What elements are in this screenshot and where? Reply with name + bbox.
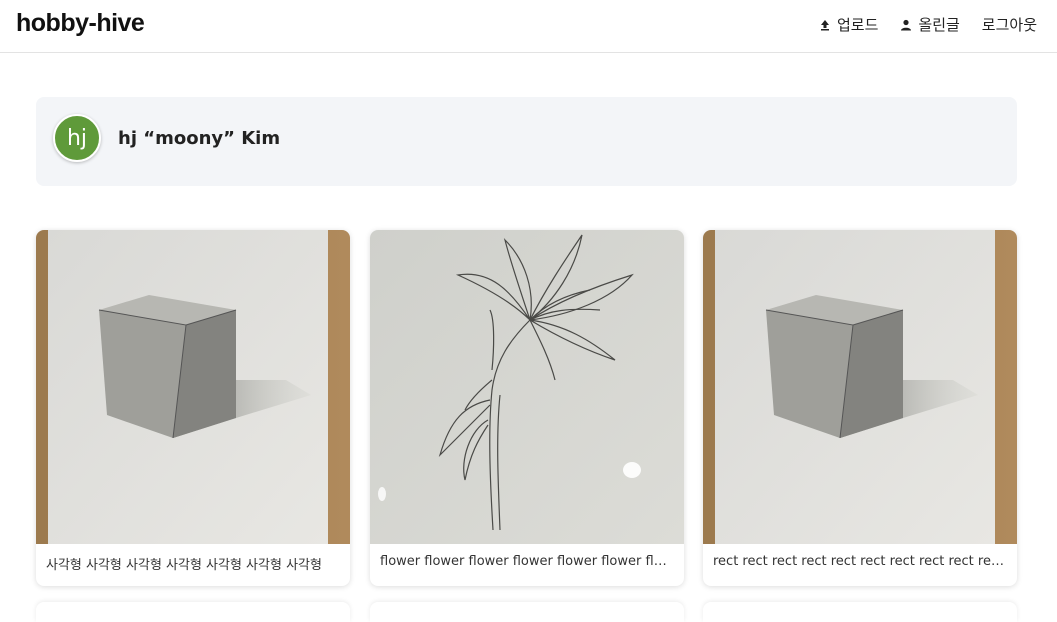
upload-icon	[820, 19, 829, 30]
site-logo[interactable]: hobby-hive	[16, 9, 145, 38]
pencil-cube-drawing	[703, 230, 1017, 544]
post-thumbnail	[36, 230, 350, 544]
post-card[interactable]: flower flower flower flower flower flowe…	[370, 230, 684, 586]
post-card-partial[interactable]	[370, 602, 684, 622]
profile-name: hj “moony” Kim	[118, 128, 281, 149]
post-grid: 사각형 사각형 사각형 사각형 사각형 사각형 사각형 flower flowe…	[36, 230, 1017, 622]
post-card-partial[interactable]	[36, 602, 350, 622]
post-thumbnail	[703, 230, 1017, 544]
avatar[interactable]: hj	[53, 114, 101, 162]
upload-nav-label: 업로드	[836, 16, 879, 34]
pencil-lily-drawing	[370, 230, 684, 544]
post-card[interactable]: rect rect rect rect rect rect rect rect …	[703, 230, 1017, 586]
top-navigation-bar: hobby-hive 업로드 올린글 로그아웃	[0, 0, 1057, 53]
profile-card: hj hj “moony” Kim	[36, 97, 1017, 186]
pencil-cube-drawing	[36, 230, 350, 544]
header-nav: 업로드 올린글 로그아웃	[819, 14, 1037, 35]
upload-nav-link[interactable]: 업로드	[819, 14, 878, 35]
logout-nav-link[interactable]: 로그아웃	[982, 14, 1037, 35]
post-caption: 사각형 사각형 사각형 사각형 사각형 사각형 사각형	[46, 558, 322, 573]
my-posts-nav-link[interactable]: 올린글	[900, 14, 960, 35]
logout-nav-label: 로그아웃	[981, 16, 1037, 34]
post-card-partial[interactable]	[703, 602, 1017, 622]
post-card[interactable]: 사각형 사각형 사각형 사각형 사각형 사각형 사각형	[36, 230, 350, 586]
my-posts-nav-label: 올린글	[918, 16, 960, 34]
post-caption: rect rect rect rect rect rect rect rect …	[713, 554, 1007, 569]
person-icon	[901, 19, 912, 30]
post-caption: flower flower flower flower flower flowe…	[380, 554, 674, 569]
post-thumbnail	[370, 230, 684, 544]
